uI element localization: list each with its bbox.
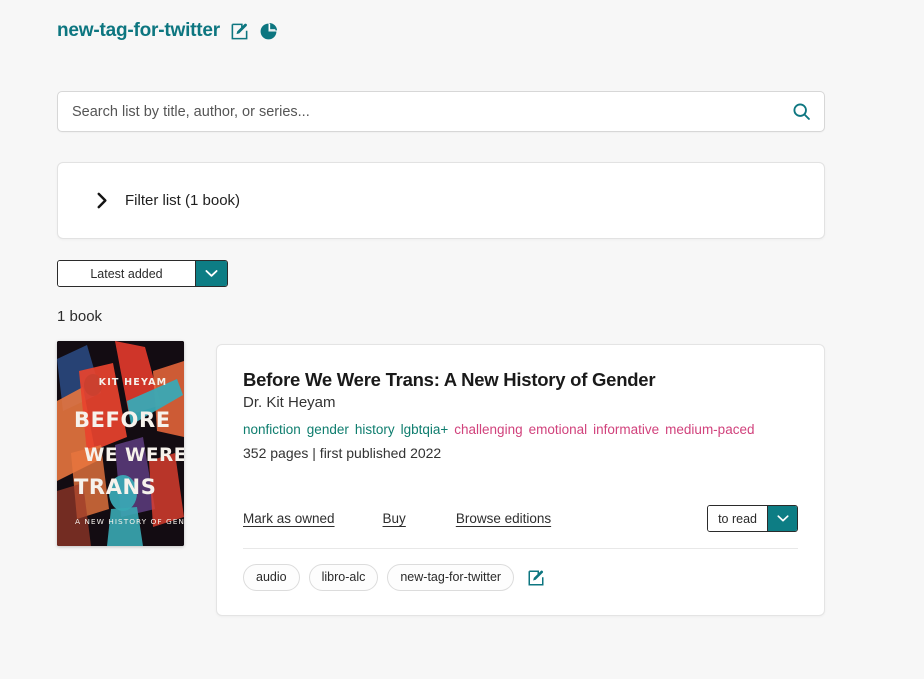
book-author[interactable]: Dr. Kit Heyam bbox=[243, 394, 798, 411]
search-input[interactable] bbox=[72, 103, 791, 120]
filter-panel[interactable]: Filter list (1 book) bbox=[57, 162, 825, 239]
chevron-down-icon[interactable] bbox=[768, 506, 797, 531]
chevron-down-icon[interactable] bbox=[196, 261, 227, 286]
book-cover-image[interactable]: KIT HEYAM BEFORE WE WERE TRANS A NEW HIS… bbox=[57, 341, 184, 546]
filter-toggle[interactable]: Filter list (1 book) bbox=[96, 192, 240, 209]
svg-text:A NEW HISTORY OF GENDER: A NEW HISTORY OF GENDER bbox=[75, 517, 184, 526]
buy-link[interactable]: Buy bbox=[383, 511, 406, 526]
svg-text:WE WERE: WE WERE bbox=[84, 445, 184, 466]
genre-tag[interactable]: history bbox=[355, 422, 395, 437]
svg-text:KIT HEYAM: KIT HEYAM bbox=[99, 377, 168, 388]
book-title[interactable]: Before We Were Trans: A New History of G… bbox=[243, 369, 798, 391]
genre-tag[interactable]: gender bbox=[307, 422, 349, 437]
result-count: 1 book bbox=[57, 308, 103, 325]
mood-tag[interactable]: emotional bbox=[529, 422, 588, 437]
page-header: new-tag-for-twitter bbox=[57, 20, 278, 42]
browse-editions-link[interactable]: Browse editions bbox=[456, 511, 551, 526]
chevron-right-icon bbox=[96, 192, 109, 209]
pie-chart-icon[interactable] bbox=[259, 22, 278, 41]
book-card: Before We Were Trans: A New History of G… bbox=[216, 344, 825, 616]
genre-tag[interactable]: nonfiction bbox=[243, 422, 301, 437]
mark-as-owned-link[interactable]: Mark as owned bbox=[243, 511, 335, 526]
svg-text:BEFORE: BEFORE bbox=[74, 408, 171, 432]
user-tag-list: audio libro-alc new-tag-for-twitter bbox=[243, 564, 545, 591]
page-title: new-tag-for-twitter bbox=[57, 20, 220, 41]
user-tag-pill[interactable]: libro-alc bbox=[308, 564, 379, 591]
mood-tag[interactable]: medium-paced bbox=[665, 422, 754, 437]
shelf-status-dropdown[interactable]: to read bbox=[707, 505, 798, 532]
list-page: new-tag-for-twitter Search list by title… bbox=[0, 0, 924, 679]
search-icon[interactable] bbox=[791, 101, 812, 122]
sort-dropdown[interactable]: Latest added bbox=[57, 260, 228, 287]
mood-tag[interactable]: informative bbox=[593, 422, 659, 437]
mood-tag[interactable]: challenging bbox=[454, 422, 522, 437]
shelf-selected-value[interactable]: to read bbox=[708, 506, 768, 531]
book-tag-list: nonfiction gender history lgbtqia+ challengi… bbox=[243, 420, 754, 440]
genre-tag[interactable]: lgbtqia+ bbox=[401, 422, 449, 437]
card-divider bbox=[243, 548, 798, 549]
user-tag-pill[interactable]: new-tag-for-twitter bbox=[387, 564, 515, 591]
svg-text:TRANS: TRANS bbox=[74, 475, 156, 499]
edit-square-pencil-icon[interactable] bbox=[230, 22, 249, 41]
edit-square-pencil-icon[interactable] bbox=[527, 569, 545, 587]
book-actions: Mark as owned Buy Browse editions to rea… bbox=[243, 505, 798, 532]
sort-selected-value[interactable]: Latest added bbox=[58, 261, 196, 286]
filter-label: Filter list (1 book) bbox=[125, 192, 241, 209]
user-tag-pill[interactable]: audio bbox=[243, 564, 300, 591]
book-meta: 352 pages | first published 2022 bbox=[243, 445, 442, 461]
search-bar[interactable] bbox=[57, 91, 825, 132]
